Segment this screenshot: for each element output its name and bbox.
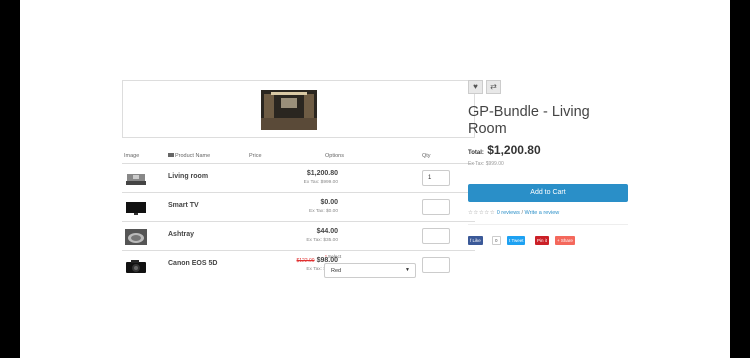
color-select[interactable]: Red ▼: [324, 263, 416, 278]
bundle-image-frame: [122, 80, 475, 138]
table-row: Smart TV $0.00 Ex Tax: $0.00: [122, 193, 475, 222]
total-label: Total:: [468, 150, 484, 156]
product-name[interactable]: Canon EOS 5D: [168, 260, 217, 267]
product-price: $0.00: [320, 199, 338, 206]
bundle-main-image[interactable]: [261, 90, 317, 130]
select-value: Red: [331, 268, 342, 274]
star-rating-icon: ☆☆☆☆☆: [468, 210, 496, 216]
camera-thumbnail[interactable]: [125, 258, 147, 274]
header-options: Options: [325, 153, 344, 159]
product-name[interactable]: Ashtray: [168, 231, 194, 238]
compare-icon: ⇄: [490, 82, 497, 91]
caret-down-icon: ▼: [405, 267, 410, 273]
table-header: Image Product Name Price Options Qty: [122, 150, 475, 164]
total-ex-tax: Ex Tax: $999.00: [468, 161, 504, 167]
quantity-input[interactable]: [422, 257, 450, 273]
page: Image Product Name Price Options Qty Liv…: [20, 0, 730, 358]
divider: [468, 224, 628, 225]
total-price: Total: $1,200.80: [468, 143, 541, 157]
living-room-thumbnail[interactable]: [125, 171, 147, 187]
wishlist-button[interactable]: ♥: [468, 80, 483, 94]
option-label: *Select: [325, 255, 342, 260]
quantity-input[interactable]: [422, 199, 450, 215]
page-title: GP-Bundle - Living Room: [468, 104, 590, 137]
heart-icon: ♥: [473, 82, 478, 91]
old-price: $122.00: [296, 258, 315, 264]
pinterest-button[interactable]: Pin it: [535, 236, 550, 245]
product-price: $1,200.80: [306, 170, 338, 177]
header-price: Price: [249, 153, 262, 159]
compare-button[interactable]: ⇄: [486, 80, 501, 94]
share-icon: +: [557, 238, 560, 243]
facebook-count: 0: [492, 236, 501, 245]
required-marker: *: [325, 255, 327, 260]
tweet-button[interactable]: t Tweet: [507, 236, 526, 245]
quantity-input[interactable]: [422, 228, 450, 244]
product-name[interactable]: Smart TV: [168, 202, 199, 209]
header-qty: Qty: [422, 153, 431, 159]
product-ex-tax: Ex Tax: $999.00: [303, 180, 338, 185]
quantity-input[interactable]: 1: [422, 170, 450, 186]
write-review-link[interactable]: Write a review: [525, 210, 560, 216]
share-button[interactable]: + Share: [555, 236, 575, 245]
facebook-icon: f: [470, 238, 472, 243]
product-name[interactable]: Living room: [168, 173, 208, 180]
review-separator: /: [521, 210, 523, 216]
header-product-name: Product Name: [168, 153, 210, 159]
table-row: Living room $1,200.80 Ex Tax: $999.00 1: [122, 164, 475, 193]
product-ex-tax: Ex Tax: $35.00: [306, 238, 338, 243]
product-price: $44.00: [316, 228, 338, 235]
reviews-link[interactable]: 0 reviews: [497, 210, 520, 216]
list-icon: [168, 153, 174, 157]
smart-tv-thumbnail[interactable]: [125, 200, 147, 216]
table-row: Ashtray $44.00 Ex Tax: $35.00: [122, 222, 475, 251]
table-row: Canon EOS 5D $122.00 $98.00 Ex Tax: $80.0…: [122, 251, 475, 280]
header-image: Image: [124, 153, 140, 159]
add-to-cart-button[interactable]: Add to Cart: [468, 184, 628, 202]
total-value: $1,200.80: [487, 143, 541, 157]
ashtray-thumbnail[interactable]: [125, 229, 147, 245]
bundle-products-table: Image Product Name Price Options Qty Liv…: [122, 150, 475, 280]
rating: ☆☆☆☆☆ 0 reviews / Write a review: [468, 210, 559, 216]
facebook-like-button[interactable]: f Like: [468, 236, 483, 245]
product-ex-tax: Ex Tax: $0.00: [309, 209, 338, 214]
